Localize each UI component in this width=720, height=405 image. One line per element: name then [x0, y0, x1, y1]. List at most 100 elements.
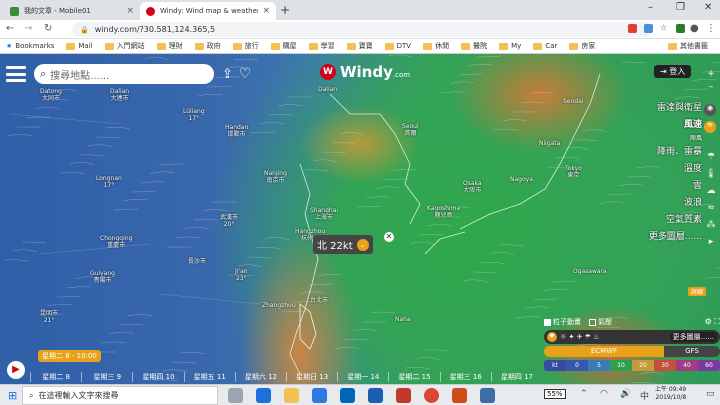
minimize-icon[interactable]: – — [648, 2, 653, 13]
layer-clouds[interactable]: 雲 — [620, 178, 702, 195]
reload-icon[interactable]: ↻ — [44, 23, 52, 34]
app-icon[interactable] — [480, 388, 495, 403]
more-layers-button[interactable]: 更多圖層...... — [669, 332, 717, 342]
close-tab-icon[interactable]: × — [126, 6, 134, 16]
timeline-day[interactable]: 星期二 8 — [30, 372, 81, 382]
volume-icon[interactable]: 🔊 — [620, 389, 631, 399]
file-explorer-icon[interactable] — [284, 388, 299, 403]
wind-picker[interactable]: 北 22kt ⌄ — [313, 235, 373, 254]
bookmark-item[interactable]: My — [499, 42, 521, 50]
model-ecmwf[interactable]: ECMWF — [544, 346, 664, 357]
app-icon[interactable] — [368, 388, 383, 403]
timeline-day[interactable]: 星期五 11 — [183, 372, 235, 382]
bookmark-item[interactable]: 醫院 — [461, 41, 487, 51]
rain-icon[interactable]: ☂ — [704, 152, 718, 164]
layer-more[interactable]: 更多圖層...... — [620, 229, 702, 246]
timeline-day[interactable]: 星期六 12 — [234, 372, 286, 382]
layer-air-quality[interactable]: 空氣質素 — [620, 212, 702, 229]
layer-radar[interactable]: 雷達與衛星 — [620, 100, 702, 117]
network-icon[interactable]: ⌃ — [580, 389, 588, 399]
timeline-day[interactable]: 星期日 13 — [286, 372, 337, 382]
wifi-icon[interactable]: ◠ — [600, 389, 608, 399]
bookmark-item[interactable]: 政府 — [194, 41, 221, 51]
layer-temperature[interactable]: 溫度 — [620, 161, 702, 178]
favorite-heart-icon[interactable]: ♡ — [239, 66, 252, 82]
bookmark-item[interactable]: 房家 — [569, 41, 595, 51]
star-icon[interactable]: ☆ — [660, 23, 667, 32]
task-view-icon[interactable] — [228, 388, 243, 403]
chevron-down-icon[interactable]: ⌄ — [356, 238, 369, 251]
login-button[interactable]: ⇥ 登入 — [654, 65, 692, 78]
new-tab-icon[interactable]: + — [280, 3, 290, 17]
wind-icon[interactable]: ≋ — [704, 121, 716, 133]
bookmark-item[interactable]: Car — [533, 42, 557, 50]
bookmark-item[interactable]: 購屋 — [270, 41, 297, 51]
quick-icons[interactable]: ☼ ✦ ✈ ☂ ♨ — [560, 333, 599, 341]
taskbar-search-input[interactable]: ⌕ 在這裡輸入文字來搜尋 — [22, 386, 218, 405]
air-quality-icon[interactable]: ⁂ — [704, 220, 718, 232]
hamburger-menu-icon[interactable] — [6, 66, 26, 82]
model-gfs[interactable]: GFS — [664, 346, 720, 357]
system-clock[interactable]: 上午 09:49 2019/10/8 — [655, 386, 686, 402]
radar-icon[interactable]: ◉ — [704, 104, 716, 116]
timeline-day[interactable]: 星期四 10 — [132, 372, 183, 382]
edge-icon[interactable] — [256, 388, 271, 403]
layer-wind[interactable]: 風速 — [620, 117, 702, 134]
cloud-icon[interactable]: ☁ — [704, 186, 718, 198]
search-input[interactable]: ⌕ 搜尋地點...... — [34, 64, 214, 84]
wave-icon[interactable]: ≈ — [704, 203, 718, 215]
app-icon[interactable] — [452, 388, 467, 403]
battery-indicator[interactable]: 55% — [544, 389, 566, 399]
pressure-checkbox[interactable] — [589, 318, 596, 326]
other-bookmarks[interactable]: 其他書籤 — [668, 41, 708, 51]
bookmark-item[interactable]: Mail — [66, 42, 93, 50]
extension-icon[interactable] — [644, 24, 653, 33]
profile-icon[interactable]: ● — [690, 23, 699, 34]
bookmark-item[interactable]: 休閒 — [423, 41, 449, 51]
tab-mobile01[interactable]: 我的文章 - Mobile01 × — [4, 2, 140, 20]
extension-icon[interactable] — [676, 24, 685, 33]
mail-icon[interactable] — [340, 388, 355, 403]
play-icon[interactable]: ▶ — [7, 361, 25, 379]
extension-icon[interactable] — [628, 24, 637, 33]
store-icon[interactable] — [312, 388, 327, 403]
tab-windy[interactable]: Windy: Wind map & weather fo × — [140, 2, 276, 20]
maximize-icon[interactable]: ❐ — [676, 2, 685, 13]
ime-icon[interactable]: 中 — [640, 389, 649, 402]
windows-start-icon[interactable]: ⊞ — [8, 389, 17, 402]
timeline-day[interactable]: 星期四 17 — [490, 372, 542, 382]
timeline-day[interactable]: 星期一 14 — [337, 372, 388, 382]
picker-close-icon[interactable]: ✕ — [384, 232, 394, 242]
particles-checkbox[interactable] — [544, 318, 551, 326]
bookmark-item[interactable]: 理財 — [156, 41, 183, 51]
thermometer-icon[interactable]: 🌡 — [704, 169, 718, 181]
timeline-day[interactable]: 星期三 9 — [81, 372, 132, 382]
app-icon[interactable] — [396, 388, 411, 403]
bookmark-item[interactable]: 入門網站 — [104, 41, 145, 51]
timeline-days[interactable]: 星期二 8 星期三 9 星期四 10 星期五 11 星期六 12 星期日 13 … — [30, 372, 542, 382]
bookmark-item[interactable]: 寶寶 — [346, 41, 373, 51]
close-window-icon[interactable]: ✕ — [704, 2, 712, 13]
notification-icon[interactable]: ▭ — [706, 389, 715, 399]
bookmark-item[interactable]: 旅行 — [232, 41, 259, 51]
share-icon[interactable]: ⇪ — [222, 67, 233, 82]
timeline-day[interactable]: 星期三 16 — [439, 372, 491, 382]
detail-button[interactable]: 詳細 — [688, 287, 707, 296]
zoom-in-icon[interactable]: + — [704, 69, 718, 81]
url-input[interactable]: 🔒 windy.com/?30.581,124.365,5 — [72, 22, 652, 37]
menu-dots-icon[interactable]: ⋮ — [706, 23, 716, 34]
bookmark-item[interactable]: DTV — [384, 42, 411, 50]
bookmark-item[interactable]: ★ Bookmarks — [6, 42, 54, 50]
bookmark-item[interactable]: 學習 — [308, 41, 335, 51]
more-layers-icon[interactable]: ▸ — [704, 237, 718, 249]
settings-icon[interactable]: ⚙ ⛶ — [705, 317, 720, 327]
back-icon[interactable]: ← — [6, 23, 14, 34]
timeline-day[interactable]: 星期二 15 — [388, 372, 439, 382]
close-tab-icon[interactable]: × — [262, 6, 270, 16]
current-time-badge[interactable]: 星期二 8 - 10:00 — [38, 350, 101, 362]
layer-gust[interactable]: 陣風 — [620, 134, 702, 144]
layer-waves[interactable]: 波浪 — [620, 195, 702, 212]
zoom-out-icon[interactable]: – — [704, 82, 718, 94]
heart-icon[interactable]: ♥ — [547, 332, 557, 342]
layer-rain[interactable]: 降雨、雷暴 — [620, 144, 702, 161]
